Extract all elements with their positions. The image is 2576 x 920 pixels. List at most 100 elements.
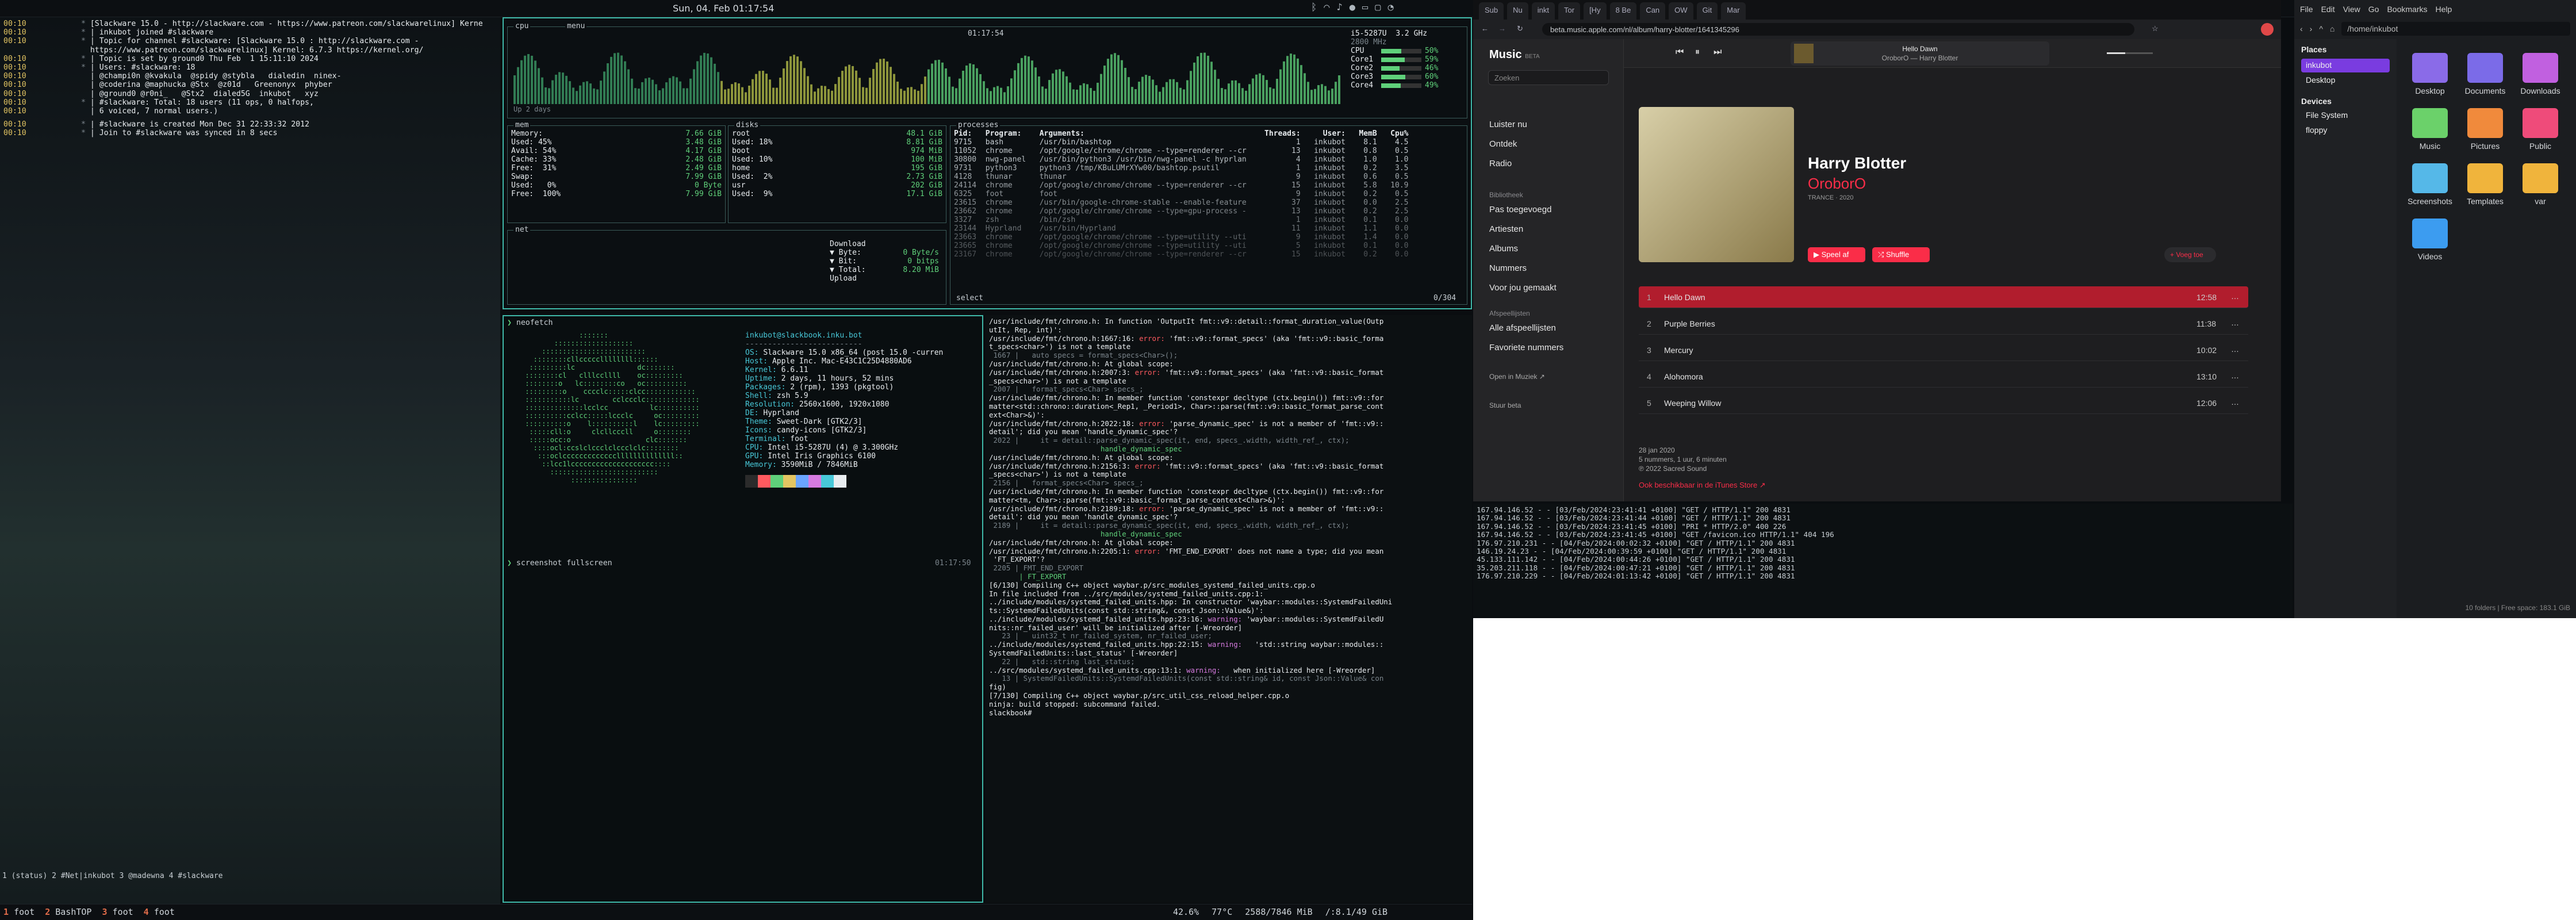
- workspace-item[interactable]: 4 foot: [144, 907, 175, 917]
- music-nav-item[interactable]: Luister nu: [1489, 120, 1527, 129]
- music-search-input[interactable]: Zoeken: [1488, 70, 1609, 85]
- forward-icon[interactable]: →: [1498, 24, 1506, 33]
- menu-label[interactable]: menu: [565, 22, 587, 30]
- proc-row[interactable]: 24114 chrome /opt/google/chrome/chrome -…: [954, 181, 1463, 190]
- track-more-icon[interactable]: …: [2231, 318, 2239, 327]
- star-icon[interactable]: ☆: [2152, 24, 2159, 33]
- workspace-item[interactable]: 2 BashTOP: [45, 907, 91, 917]
- browser-tab[interactable]: [Hy: [1584, 2, 1607, 20]
- compile-terminal[interactable]: /usr/include/fmt/chrono.h: In function '…: [986, 315, 1472, 903]
- track-more-icon[interactable]: …: [2231, 397, 2239, 407]
- proc-row[interactable]: 23615 chrome /usr/bin/google-chrome-stab…: [954, 198, 1463, 207]
- proc-row[interactable]: 4128 thunar thunar 9 inkubot 0.6 0.5: [954, 172, 1463, 181]
- proc-row[interactable]: 30800 nwg-panel /usr/bin/python3 /usr/bi…: [954, 155, 1463, 164]
- browser-tab[interactable]: Git: [1696, 2, 1718, 20]
- workspace-item[interactable]: 1 foot: [3, 907, 34, 917]
- proc-row[interactable]: 11052 chrome /opt/google/chrome/chrome -…: [954, 147, 1463, 155]
- open-in-music-link[interactable]: Open in Muziek ↗: [1489, 373, 1545, 381]
- shuffle-button[interactable]: ⤮ Shuffle: [1872, 247, 1930, 262]
- library-item[interactable]: Albums: [1489, 244, 1518, 254]
- music-nav-item[interactable]: Ontdek: [1489, 139, 1517, 149]
- playlist-item[interactable]: Favoriete nummers: [1489, 343, 1563, 352]
- library-item[interactable]: Nummers: [1489, 263, 1527, 273]
- fm-place-item[interactable]: inkubot: [2301, 59, 2390, 72]
- btop-window[interactable]: cpu menu 01:17:54 Up 2 days i5-5287U 3.2…: [503, 17, 1472, 309]
- proc-row[interactable]: 23665 chrome /opt/google/chrome/chrome -…: [954, 241, 1463, 250]
- folder-item[interactable]: Music: [2407, 108, 2453, 151]
- access-log-terminal[interactable]: 167.94.146.52 - - [03/Feb/2024:23:41:41 …: [1473, 504, 2293, 616]
- file-manager-window[interactable]: File Edit View Go Bookmarks Help ‹ › ^ ⌂ /hom…: [2294, 0, 2576, 618]
- fm-menu-item[interactable]: View: [2343, 5, 2360, 14]
- wifi-icon[interactable]: ◠: [1324, 2, 1329, 13]
- proc-row[interactable]: 23663 chrome /opt/google/chrome/chrome -…: [954, 233, 1463, 241]
- address-input[interactable]: beta.music.apple.com/nl/album/harry-blot…: [1542, 23, 2134, 36]
- track-row[interactable]: 1 Hello Dawn 12:58…: [1639, 286, 2248, 308]
- browser-tab[interactable]: Nu: [1507, 2, 1528, 20]
- browser-tab[interactable]: Can: [1640, 2, 1666, 20]
- folder-item[interactable]: Documents: [2462, 53, 2508, 95]
- browser-tab[interactable]: OW: [1669, 2, 1693, 20]
- fm-home-icon[interactable]: ⌂: [2330, 24, 2334, 33]
- playlist-item[interactable]: Alle afspeellijsten: [1489, 323, 1556, 333]
- fm-device-item[interactable]: File System: [2306, 110, 2348, 120]
- browser-window[interactable]: Sub Nu inkt Tor [Hy 8 Be Can OW Git Mar ← → ↻ bet…: [1473, 0, 2281, 501]
- browser-tab[interactable]: Mar: [1721, 2, 1746, 20]
- volume-slider[interactable]: [2107, 52, 2153, 54]
- itunes-link[interactable]: Ook beschikbaar in de iTunes Store ↗: [1639, 481, 1766, 490]
- beta-link[interactable]: Stuur beta: [1489, 401, 1521, 409]
- proc-row[interactable]: 23144 Hyprland /usr/bin/Hyprland 11 inku…: [954, 224, 1463, 233]
- folder-item[interactable]: Screenshots: [2407, 163, 2453, 206]
- irc-terminal[interactable]: 00:10 * [Slackware 15.0 - http://slackwa…: [0, 17, 500, 904]
- browser-tab[interactable]: inkt: [1531, 2, 1555, 20]
- album-artist[interactable]: OroborO: [1808, 175, 1866, 193]
- proc-row[interactable]: 6325 foot foot 9 inkubot 0.2 0.5: [954, 190, 1463, 198]
- track-row[interactable]: 5 Weeping Willow 12:06…: [1639, 392, 2248, 414]
- profile-avatar[interactable]: [2261, 23, 2274, 36]
- fm-menu-item[interactable]: Go: [2368, 5, 2379, 14]
- proc-row[interactable]: 9731 python3 python3 /tmp/KBuLUMrXYw00/b…: [954, 164, 1463, 172]
- browser-tab[interactable]: 8 Be: [1609, 2, 1637, 20]
- proc-select[interactable]: select: [956, 294, 983, 302]
- battery-icon[interactable]: ▭: [1362, 2, 1368, 13]
- folder-item[interactable]: Desktop: [2407, 53, 2453, 95]
- prev-icon[interactable]: ⏮: [1676, 47, 1684, 57]
- neofetch-terminal[interactable]: ❯ neofetch ::::::: ::::::::::::::::::: :…: [503, 315, 983, 903]
- folder-item[interactable]: Public: [2517, 108, 2563, 151]
- play-button[interactable]: ▶ Speel af: [1808, 247, 1865, 262]
- fm-path-input[interactable]: /home/inkubot: [2341, 22, 2570, 36]
- library-item[interactable]: Pas toegevoegd: [1489, 205, 1551, 214]
- folder-item[interactable]: var: [2517, 163, 2563, 206]
- reload-icon[interactable]: ↻: [1517, 24, 1523, 33]
- fm-menu-item[interactable]: File: [2300, 5, 2313, 14]
- track-row[interactable]: 4 Alohomora 13:10…: [1639, 366, 2248, 388]
- music-nav-item[interactable]: Radio: [1489, 159, 1512, 168]
- proc-row[interactable]: 9715 bash /usr/bin/bashtop 1 inkubot 8.1…: [954, 138, 1463, 147]
- folder-item[interactable]: Pictures: [2462, 108, 2508, 151]
- bluetooth-icon[interactable]: ᛒ: [1311, 2, 1317, 13]
- back-icon[interactable]: ←: [1481, 24, 1489, 33]
- volume-icon[interactable]: ♪: [1336, 2, 1342, 13]
- fm-device-item[interactable]: floppy: [2306, 125, 2327, 135]
- bell-icon[interactable]: ◔: [1387, 2, 1393, 13]
- fm-menu-item[interactable]: Bookmarks: [2387, 5, 2427, 14]
- fm-back-icon[interactable]: ‹: [2300, 24, 2303, 33]
- add-button[interactable]: + Voeg toe: [2164, 247, 2216, 262]
- track-more-icon[interactable]: …: [2231, 292, 2239, 301]
- fm-up-icon[interactable]: ^: [2319, 24, 2323, 33]
- track-row[interactable]: 3 Mercury 10:02…: [1639, 339, 2248, 361]
- fm-place-item[interactable]: Desktop: [2301, 74, 2390, 87]
- proc-row[interactable]: 3327 zsh /bin/zsh 1 inkubot 0.1 0.0: [954, 216, 1463, 224]
- workspace-item[interactable]: 3 foot: [102, 907, 133, 917]
- folder-item[interactable]: Downloads: [2517, 53, 2563, 95]
- library-item[interactable]: Artiesten: [1489, 224, 1523, 234]
- browser-tab[interactable]: Sub: [1479, 2, 1504, 20]
- monitor-icon[interactable]: ▢: [1375, 2, 1381, 13]
- proc-row[interactable]: 23167 chrome /opt/google/chrome/chrome -…: [954, 250, 1463, 259]
- next-icon[interactable]: ⏭: [1713, 47, 1722, 57]
- track-more-icon[interactable]: …: [2231, 344, 2239, 354]
- library-item[interactable]: Voor jou gemaakt: [1489, 283, 1557, 293]
- fm-menu-item[interactable]: Edit: [2321, 5, 2335, 14]
- fm-forward-icon[interactable]: ›: [2310, 24, 2313, 33]
- pause-icon[interactable]: ⏸: [1695, 47, 1700, 57]
- proc-row[interactable]: 23662 chrome /opt/google/chrome/chrome -…: [954, 207, 1463, 216]
